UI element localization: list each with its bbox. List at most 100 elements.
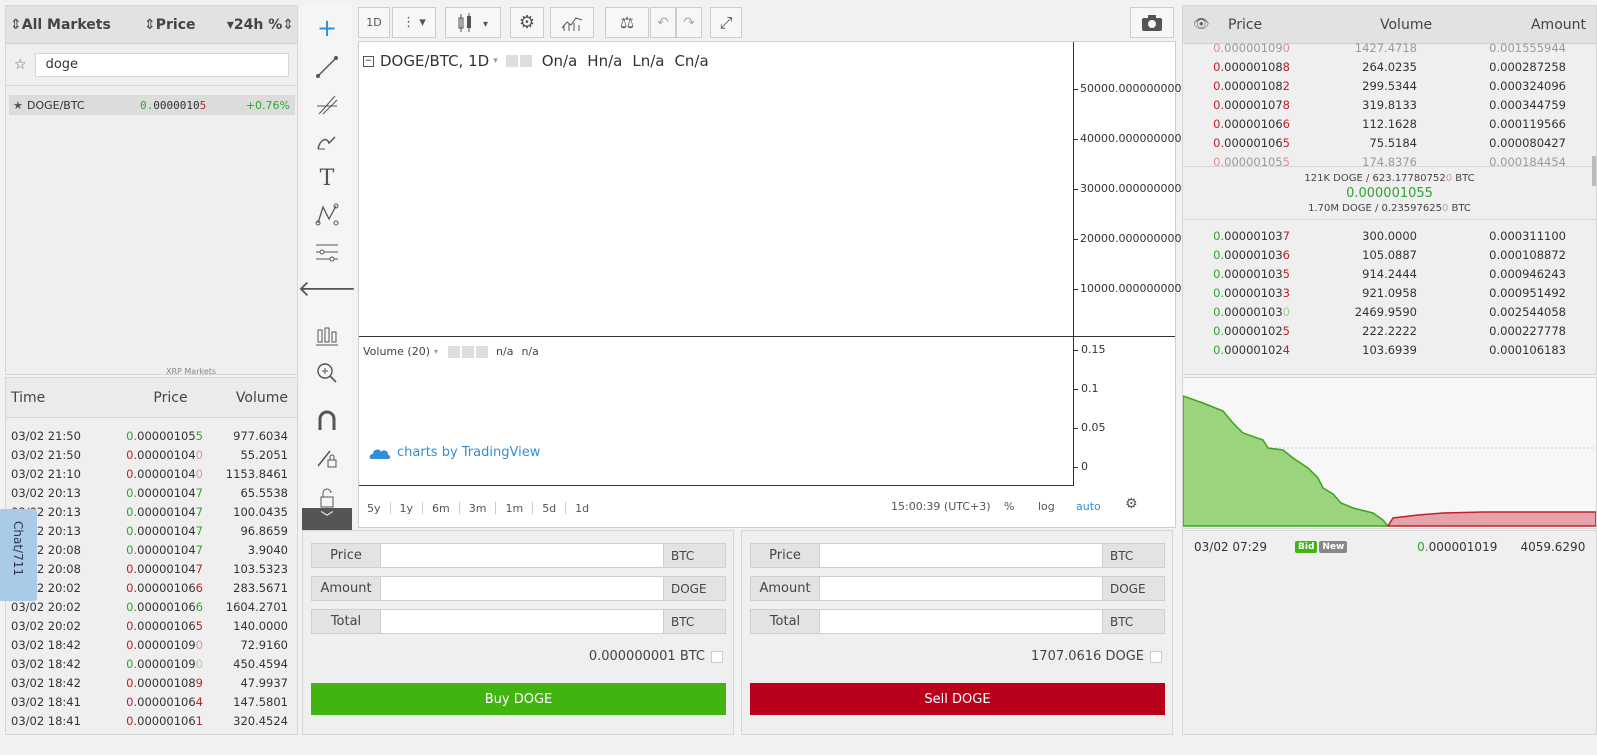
buy-balance-checkbox[interactable]	[711, 650, 723, 663]
brush-icon[interactable]	[312, 126, 342, 156]
chart-type-button[interactable]: ▾	[445, 7, 501, 38]
bid-row[interactable]: 0.000001024 103.6939 0.000106183	[1183, 340, 1596, 355]
chart-settings-icon[interactable]: ⚙	[1125, 496, 1138, 512]
buy-price-input[interactable]	[381, 543, 664, 568]
market-row-doge-btc[interactable]: ★ DOGE/BTC 0.00000105 +0.76%	[9, 95, 295, 115]
ask-row[interactable]: 0.000001065 75.5184 0.000080427	[1183, 133, 1596, 152]
collapse-legend-icon[interactable]: −	[363, 55, 374, 67]
interval-menu-button[interactable]: ⋮ ▾	[392, 7, 436, 38]
auto-toggle[interactable]: auto	[1076, 500, 1101, 513]
bid-row[interactable]: 0.000001037 300.0000 0.000311100	[1183, 226, 1596, 245]
trade-row[interactable]: 03/02 20:02 0.000001065 140.0000	[6, 616, 297, 635]
trade-row[interactable]: 03/02 18:41 0.000001061 320.4524	[6, 711, 297, 730]
ask-row[interactable]: 0.000001055 174.8376 0.000184454	[1183, 152, 1596, 167]
order-row[interactable]: 03/02 07:29 Bid New 0.000001019 4059.629…	[1183, 535, 1596, 559]
sell-balance[interactable]: 1707.0616 DOGE	[1031, 649, 1162, 664]
interval-button[interactable]: 1D	[358, 7, 390, 38]
range-button-1m[interactable]: 1m	[505, 502, 523, 515]
range-button-1y[interactable]: 1y	[400, 502, 414, 515]
orderbook-scrollbar[interactable]	[1592, 156, 1596, 186]
compare-button[interactable]: ⚖	[605, 7, 649, 38]
sell-total-input[interactable]	[820, 609, 1103, 634]
settings-button[interactable]: ⚙	[510, 7, 544, 38]
ask-row[interactable]: 0.000001066 112.1628 0.000119566	[1183, 114, 1596, 133]
collapse-toolbar-button[interactable]: ﹀	[302, 508, 352, 530]
back-arrow-icon[interactable]: 🡐	[298, 274, 357, 304]
trade-row[interactable]: 03/02 20:13 0.000001047 65.5538	[6, 483, 297, 502]
lock-drawings-icon[interactable]	[312, 443, 342, 473]
trade-row[interactable]: 03/02 21:50 0.000001055 977.6034	[6, 426, 297, 445]
range-button-6m[interactable]: 6m	[432, 502, 450, 515]
trade-row[interactable]: 03/02 20:13 0.000001047 96.8659	[6, 521, 297, 540]
fib-retracement-icon[interactable]	[312, 89, 342, 119]
sort-price[interactable]: ⇕Price	[134, 17, 224, 33]
pattern-icon[interactable]	[312, 200, 342, 230]
redo-button[interactable]: ↷	[676, 7, 702, 38]
zoom-in-icon[interactable]	[312, 358, 342, 388]
trade-row[interactable]: 03/02 20:13 0.000001047 100.0435	[6, 502, 297, 521]
trade-row[interactable]: 03/02 21:10 0.000001040 1153.8461	[6, 464, 297, 483]
trade-row[interactable]: 03/02 18:41 0.000001064 147.5801	[6, 692, 297, 711]
trade-row[interactable]: 03/02 18:42 0.000001090 450.4594	[6, 654, 297, 673]
symbol-menu-icon[interactable]: ▾	[493, 56, 498, 66]
sell-button[interactable]: Sell DOGE	[750, 683, 1165, 715]
prediction-icon[interactable]	[312, 237, 342, 267]
screenshot-button[interactable]	[1130, 7, 1174, 38]
volume-label[interactable]: Volume (20)	[363, 345, 430, 358]
eye-icon[interactable]: 👁	[1193, 17, 1210, 32]
buy-balance[interactable]: 0.000000001 BTC	[589, 649, 723, 664]
range-button-5y[interactable]: 5y	[367, 502, 381, 515]
percent-toggle[interactable]: %	[1004, 500, 1014, 513]
trade-row[interactable]: 03/02 18:42 0.000001090 72.9160	[6, 635, 297, 654]
favorite-filter-icon[interactable]: ☆	[14, 57, 27, 73]
ask-row[interactable]: 0.000001082 299.5344 0.000324096	[1183, 76, 1596, 95]
trade-row[interactable]: 03/02 21:50 0.000001040 55.2051	[6, 445, 297, 464]
volume-close-icon[interactable]	[476, 345, 489, 358]
buy-total-input[interactable]	[381, 609, 664, 634]
star-icon[interactable]: ★	[9, 99, 25, 112]
market-search-input[interactable]	[34, 52, 289, 77]
bid-row[interactable]: 0.000001025 222.2222 0.000227778	[1183, 321, 1596, 340]
trade-row[interactable]: 03/02 18:42 0.000001089 47.9937	[6, 673, 297, 692]
ask-row[interactable]: 0.000001090 1427.4718 0.001555944	[1183, 38, 1596, 57]
measure-icon[interactable]	[312, 321, 342, 351]
volume-settings-icon[interactable]	[462, 345, 475, 358]
sell-amount-input[interactable]	[820, 576, 1103, 601]
range-button-5d[interactable]: 5d	[542, 502, 556, 515]
ask-row[interactable]: 0.000001088 264.0235 0.000287258	[1183, 57, 1596, 76]
chat-tab[interactable]: Chat/711	[0, 509, 37, 601]
crosshair-icon[interactable]: +	[312, 13, 342, 43]
fullscreen-button[interactable]: ⤢	[710, 7, 742, 38]
trade-row[interactable]: 03/02 20:08 0.000001047 3.9040	[6, 540, 297, 559]
depth-chart[interactable]	[1182, 377, 1597, 529]
symbol-label[interactable]: DOGE/BTC, 1D	[380, 52, 489, 70]
undo-button[interactable]: ↶	[650, 7, 676, 38]
settings-icon[interactable]	[519, 55, 532, 67]
buy-amount-input[interactable]	[381, 576, 664, 601]
bid-row[interactable]: 0.000001030 2469.9590 0.002544058	[1183, 302, 1596, 321]
log-toggle[interactable]: log	[1038, 500, 1055, 513]
price-chart[interactable]: − DOGE/BTC, 1D ▾ On/a Hn/a Ln/a Cn/a 500…	[358, 41, 1181, 528]
volume-visibility-icon[interactable]	[448, 345, 461, 358]
visibility-icon[interactable]	[505, 55, 518, 67]
ask-row[interactable]: 0.000001078 319.8133 0.000344759	[1183, 95, 1596, 114]
buy-button[interactable]: Buy DOGE	[311, 683, 726, 715]
range-button-1d[interactable]: 1d	[575, 502, 589, 515]
bid-row[interactable]: 0.000001033 921.0958 0.000951492	[1183, 283, 1596, 302]
sell-balance-checkbox[interactable]	[1150, 650, 1162, 663]
indicators-button[interactable]	[550, 7, 594, 38]
range-button-3m[interactable]: 3m	[469, 502, 487, 515]
sort-all-markets[interactable]: ⇕All Markets	[6, 17, 134, 33]
trade-row[interactable]: 03/02 20:08 0.000001047 103.5323	[6, 559, 297, 578]
tradingview-branding[interactable]: charts by TradingView	[369, 445, 540, 460]
sell-price-input[interactable]	[820, 543, 1103, 568]
volume-menu-icon[interactable]: ▾	[434, 347, 438, 356]
magnet-icon[interactable]	[312, 406, 342, 436]
trend-line-icon[interactable]	[312, 52, 342, 82]
bid-row[interactable]: 0.000001036 105.0887 0.000108872	[1183, 245, 1596, 264]
xrp-markets-label[interactable]: XRP Markets	[166, 367, 216, 375]
sort-24h[interactable]: ▾24h %⇕	[224, 17, 294, 33]
trade-row[interactable]: 03/02 20:02 0.000001066 283.5671	[6, 578, 297, 597]
trade-row[interactable]: 03/02 20:02 0.000001066 1604.2701	[6, 597, 297, 616]
bid-row[interactable]: 0.000001035 914.2444 0.000946243	[1183, 264, 1596, 283]
